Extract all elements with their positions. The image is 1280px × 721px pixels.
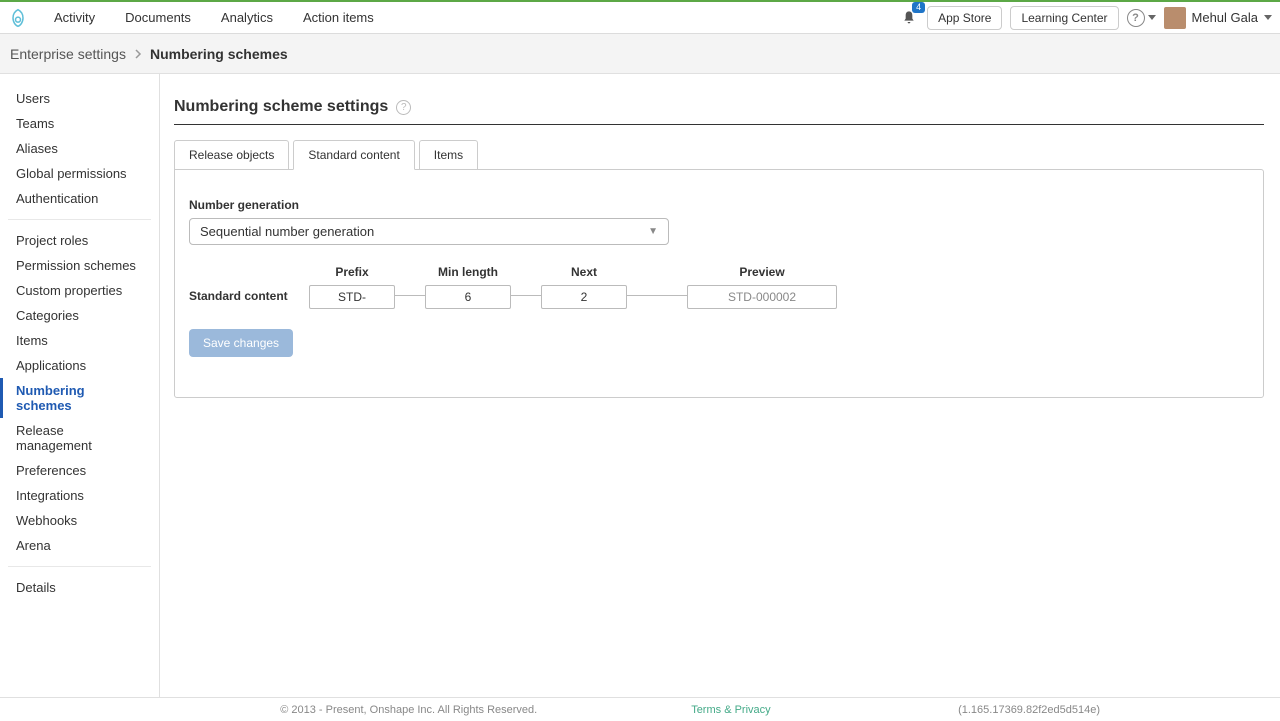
tab-standard-content[interactable]: Standard content [293, 140, 414, 170]
user-name-label: Mehul Gala [1192, 10, 1258, 25]
sidebar-item-categories[interactable]: Categories [8, 303, 151, 328]
chevron-down-icon [1264, 15, 1272, 20]
learning-center-button[interactable]: Learning Center [1010, 6, 1118, 30]
scheme-row: Standard content Prefix Min length Next [189, 265, 1249, 309]
connector-line [511, 295, 541, 296]
help-icon: ? [1127, 9, 1145, 27]
sidebar-item-aliases[interactable]: Aliases [8, 136, 151, 161]
sidebar-item-webhooks[interactable]: Webhooks [8, 508, 151, 533]
chevron-right-icon [134, 46, 142, 62]
preview-header: Preview [739, 265, 784, 279]
body-container: UsersTeamsAliasesGlobal permissionsAuthe… [0, 74, 1280, 697]
sidebar-item-global-permissions[interactable]: Global permissions [8, 161, 151, 186]
sidebar-item-users[interactable]: Users [8, 86, 151, 111]
breadcrumb-root[interactable]: Enterprise settings [10, 46, 126, 62]
sidebar-item-preferences[interactable]: Preferences [8, 458, 151, 483]
sidebar-group-1: UsersTeamsAliasesGlobal permissionsAuthe… [8, 86, 151, 220]
sidebar-item-release-management[interactable]: Release management [8, 418, 151, 458]
nav-documents[interactable]: Documents [111, 4, 205, 31]
sidebar-item-numbering-schemes[interactable]: Numbering schemes [8, 378, 151, 418]
connector-line [395, 295, 425, 296]
prefix-header: Prefix [335, 265, 368, 279]
sidebar-group-3: Details [8, 575, 151, 608]
footer-copyright: © 2013 - Present, Onshape Inc. All Right… [280, 704, 537, 716]
preview-column: Preview [687, 265, 837, 309]
avatar [1164, 7, 1186, 29]
connector-line [627, 295, 687, 296]
prefix-column: Prefix [309, 265, 395, 309]
notifications-button[interactable]: 4 [899, 8, 919, 28]
help-icon[interactable]: ? [396, 100, 411, 115]
page-title: Numbering scheme settings [174, 98, 388, 116]
chevron-down-icon: ▼ [648, 226, 658, 237]
settings-sidebar: UsersTeamsAliasesGlobal permissionsAuthe… [0, 74, 160, 697]
next-input[interactable] [541, 285, 627, 309]
onshape-logo-icon[interactable] [8, 8, 28, 28]
minlength-input[interactable] [425, 285, 511, 309]
sidebar-item-arena[interactable]: Arena [8, 533, 151, 558]
top-header: Activity Documents Analytics Action item… [0, 2, 1280, 34]
app-store-button[interactable]: App Store [927, 6, 1002, 30]
sidebar-group-2: Project rolesPermission schemesCustom pr… [8, 228, 151, 567]
sidebar-item-teams[interactable]: Teams [8, 111, 151, 136]
main-content: Numbering scheme settings ? Release obje… [160, 74, 1280, 697]
number-generation-select[interactable]: Sequential number generation ▼ [189, 218, 669, 245]
breadcrumb-current: Numbering schemes [150, 46, 288, 62]
footer-version: (1.165.17369.82f2ed5d514e) [958, 704, 1100, 716]
page-title-row: Numbering scheme settings ? [174, 98, 1264, 125]
chevron-down-icon [1148, 15, 1156, 20]
preview-output [687, 285, 837, 309]
sidebar-item-project-roles[interactable]: Project roles [8, 228, 151, 253]
sidebar-item-custom-properties[interactable]: Custom properties [8, 278, 151, 303]
footer-terms-link[interactable]: Terms & Privacy [691, 704, 770, 716]
sidebar-item-applications[interactable]: Applications [8, 353, 151, 378]
tab-release-objects[interactable]: Release objects [174, 140, 289, 170]
user-menu[interactable]: Mehul Gala [1164, 7, 1272, 29]
minlength-header: Min length [438, 265, 498, 279]
sidebar-item-details[interactable]: Details [8, 575, 151, 600]
number-generation-label: Number generation [189, 198, 1249, 212]
tab-panel: Number generation Sequential number gene… [174, 169, 1264, 398]
help-menu[interactable]: ? [1127, 9, 1156, 27]
sidebar-item-authentication[interactable]: Authentication [8, 186, 151, 211]
tab-items[interactable]: Items [419, 140, 478, 170]
next-header: Next [571, 265, 597, 279]
nav-analytics[interactable]: Analytics [207, 4, 287, 31]
footer: © 2013 - Present, Onshape Inc. All Right… [0, 697, 1280, 721]
notification-badge: 4 [912, 2, 925, 13]
sidebar-item-integrations[interactable]: Integrations [8, 483, 151, 508]
number-generation-value: Sequential number generation [200, 224, 374, 239]
sidebar-item-items[interactable]: Items [8, 328, 151, 353]
sidebar-item-permission-schemes[interactable]: Permission schemes [8, 253, 151, 278]
tabs: Release objectsStandard contentItems [174, 139, 1264, 169]
row-label: Standard content [189, 289, 309, 303]
top-nav-right: 4 App Store Learning Center ? Mehul Gala [899, 6, 1272, 30]
prefix-input[interactable] [309, 285, 395, 309]
breadcrumb: Enterprise settings Numbering schemes [0, 34, 1280, 74]
minlength-column: Min length [425, 265, 511, 309]
save-changes-button[interactable]: Save changes [189, 329, 293, 357]
nav-activity[interactable]: Activity [40, 4, 109, 31]
next-column: Next [541, 265, 627, 309]
top-nav: Activity Documents Analytics Action item… [40, 4, 388, 31]
nav-action-items[interactable]: Action items [289, 4, 388, 31]
